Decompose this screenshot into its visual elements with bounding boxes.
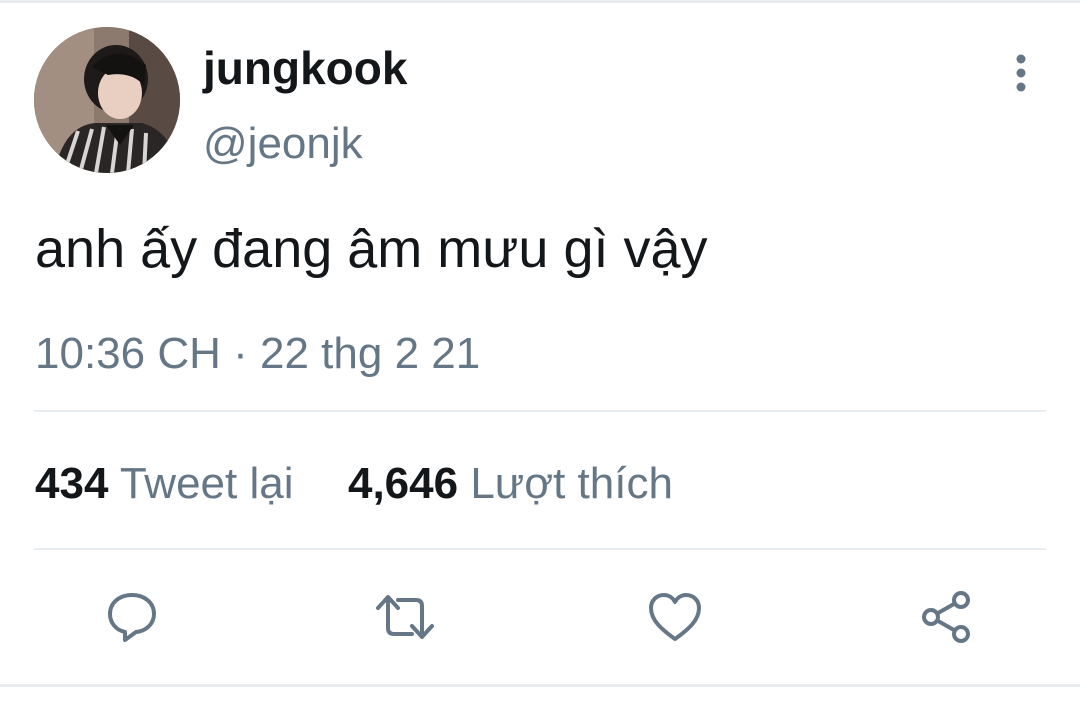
tweet-timestamp[interactable]: 10:36 CH · 22 thg 2 21 — [35, 326, 480, 382]
top-divider — [0, 0, 1080, 3]
more-vertical-icon — [1016, 54, 1026, 92]
likes-stat[interactable]: 4,646 Lượt thích — [348, 459, 673, 508]
tweet-time: 10:36 CH — [35, 329, 221, 378]
likes-label: Lượt thích — [470, 459, 673, 508]
tweet-stats: 434 Tweet lại 4,646 Lượt thích — [35, 456, 673, 512]
avatar-image — [34, 27, 180, 173]
display-name[interactable]: jungkook — [203, 40, 407, 96]
user-handle[interactable]: @jeonjk — [203, 116, 363, 172]
tweet-text: anh ấy đang âm mưu gì vậy — [35, 219, 708, 279]
share-icon — [922, 591, 970, 643]
reply-button[interactable] — [103, 588, 161, 646]
retweets-label: Tweet lại — [119, 459, 294, 508]
likes-count: 4,646 — [347, 459, 459, 508]
avatar[interactable] — [34, 27, 180, 173]
tweet-date: 22 thg 2 21 — [260, 329, 481, 378]
reply-icon — [108, 593, 156, 642]
bottom-divider — [0, 684, 1080, 687]
retweet-button[interactable] — [374, 588, 436, 646]
retweet-icon — [376, 595, 434, 639]
divider — [34, 548, 1046, 550]
retweets-stat[interactable]: 434 Tweet lại — [35, 459, 306, 508]
meta-separator: · — [233, 329, 248, 378]
retweets-count: 434 — [35, 459, 109, 508]
heart-icon — [649, 593, 701, 641]
more-options-button[interactable] — [1002, 52, 1040, 94]
like-button[interactable] — [646, 588, 704, 646]
share-button[interactable] — [918, 588, 976, 646]
divider — [34, 410, 1046, 412]
